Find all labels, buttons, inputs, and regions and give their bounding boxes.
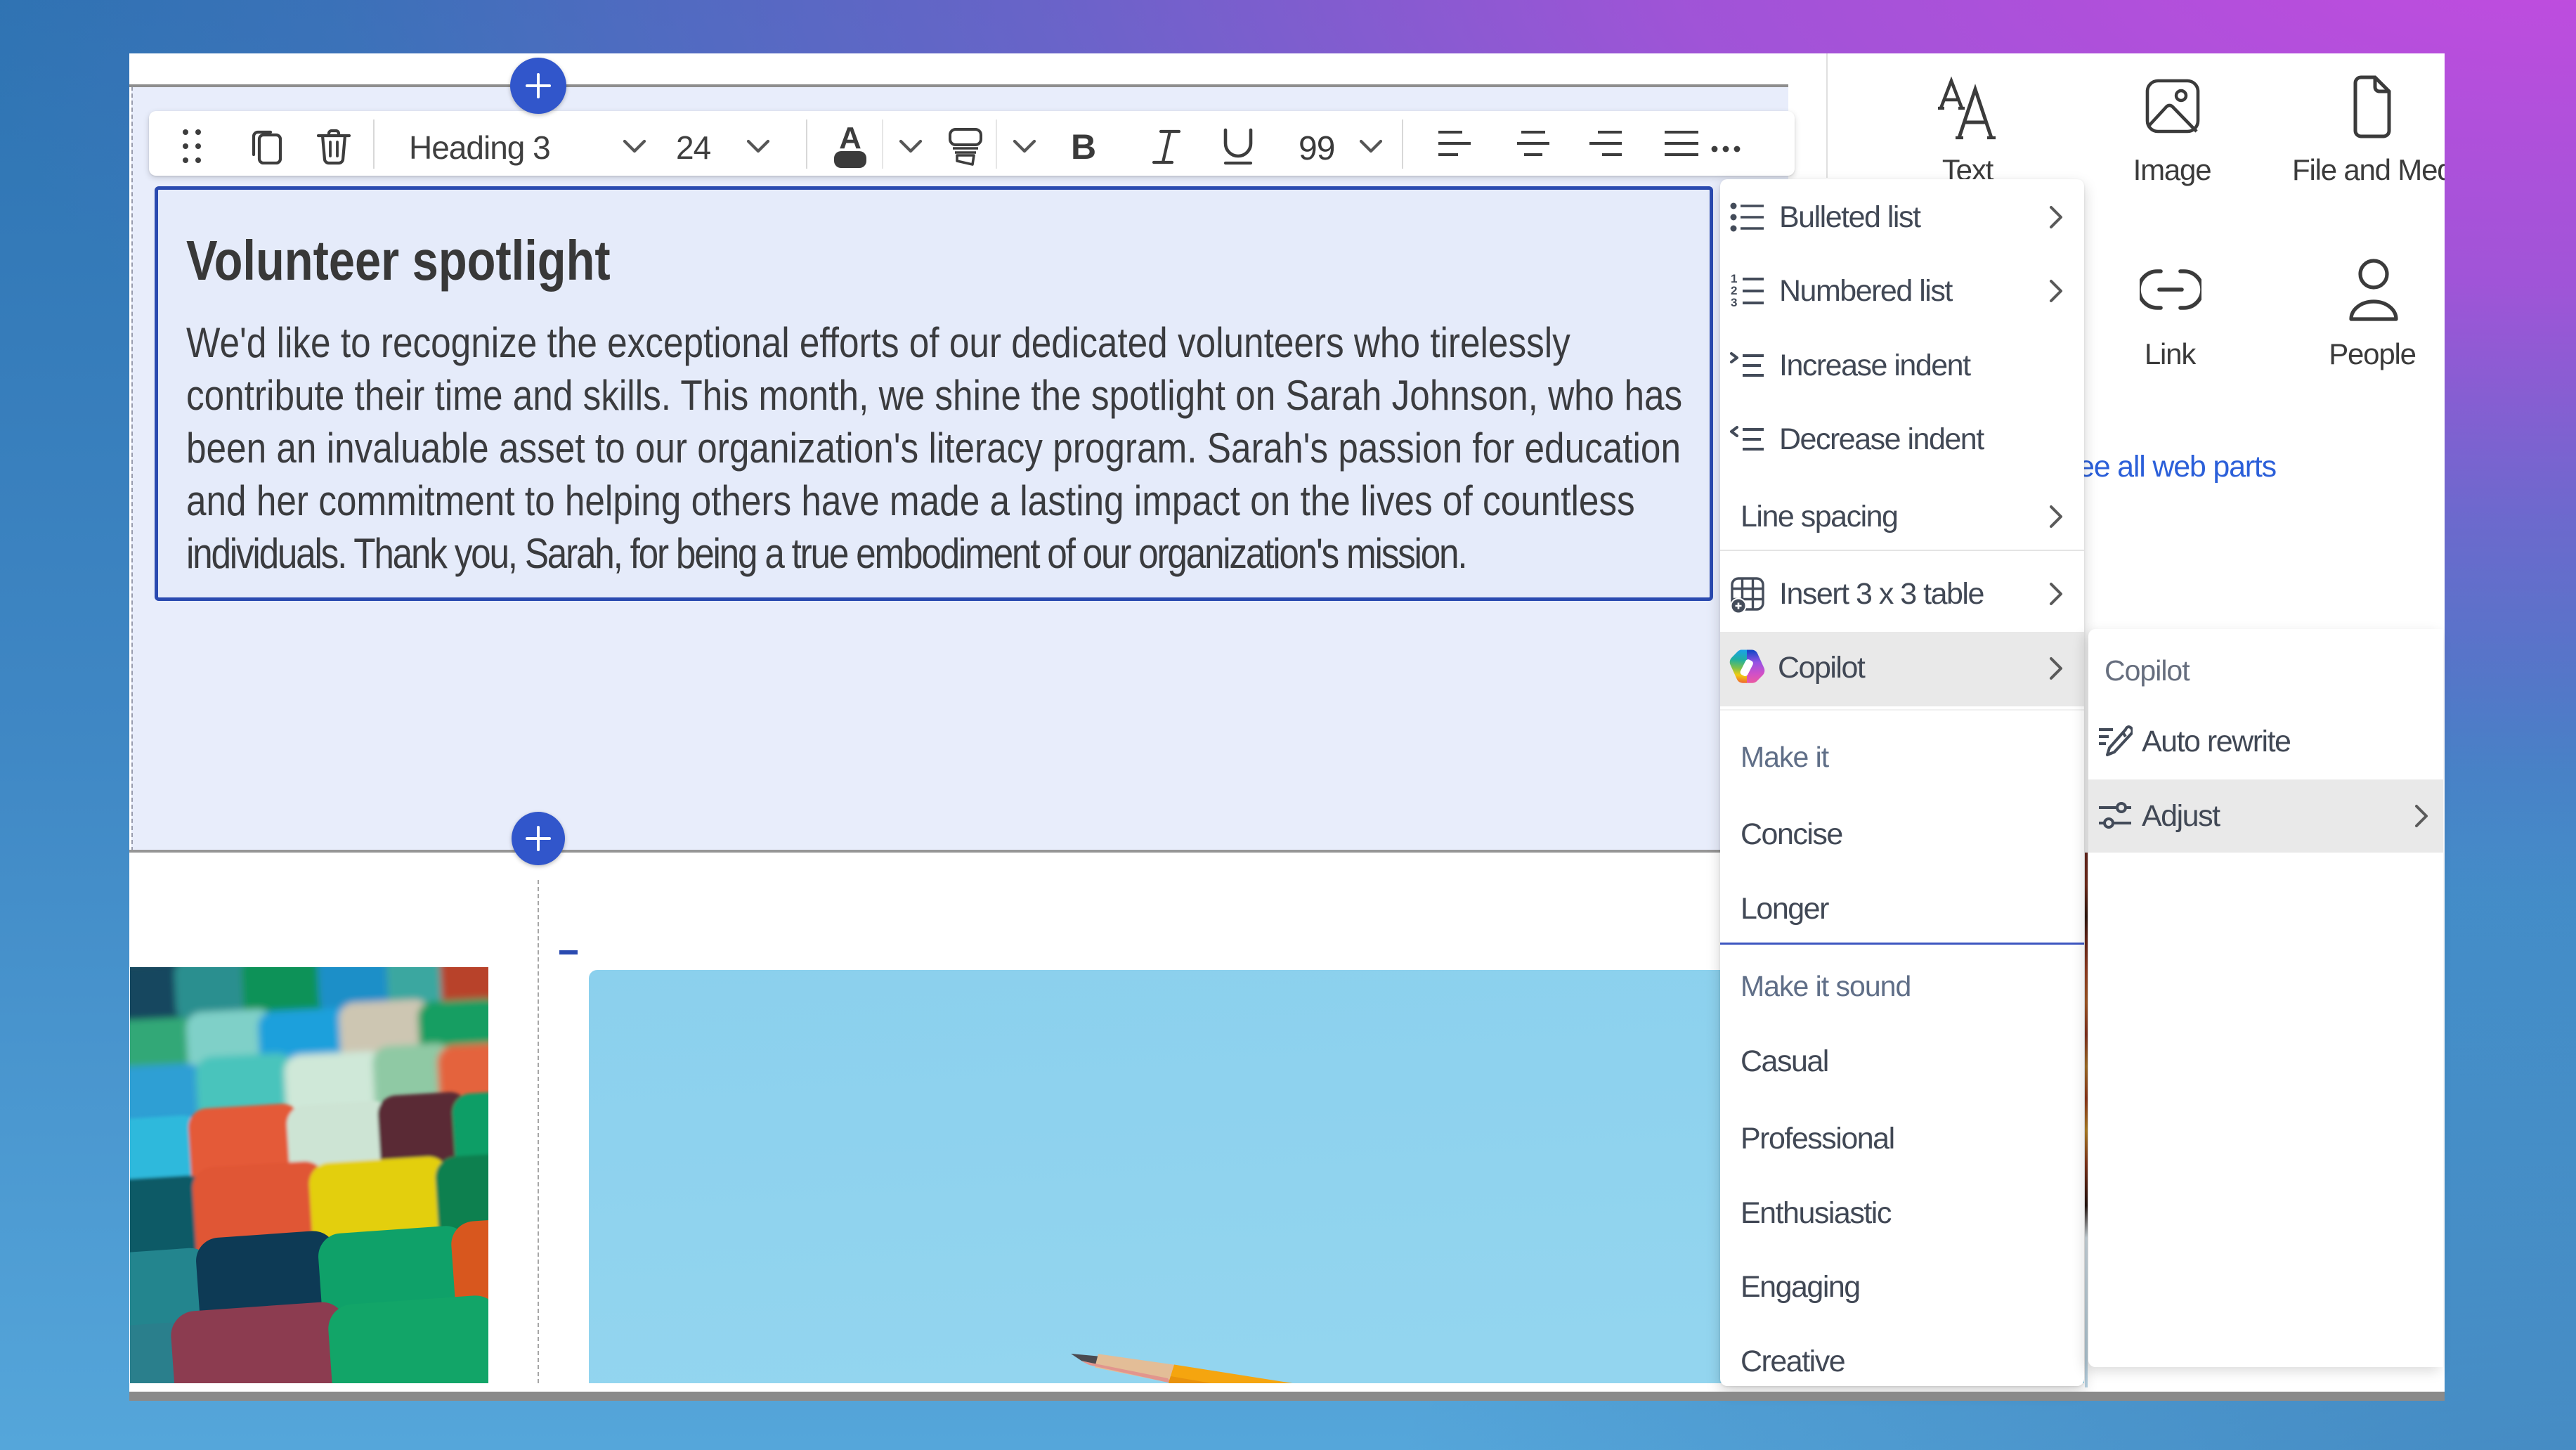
- svg-text:3: 3: [1731, 296, 1737, 309]
- svg-text:A: A: [839, 125, 861, 155]
